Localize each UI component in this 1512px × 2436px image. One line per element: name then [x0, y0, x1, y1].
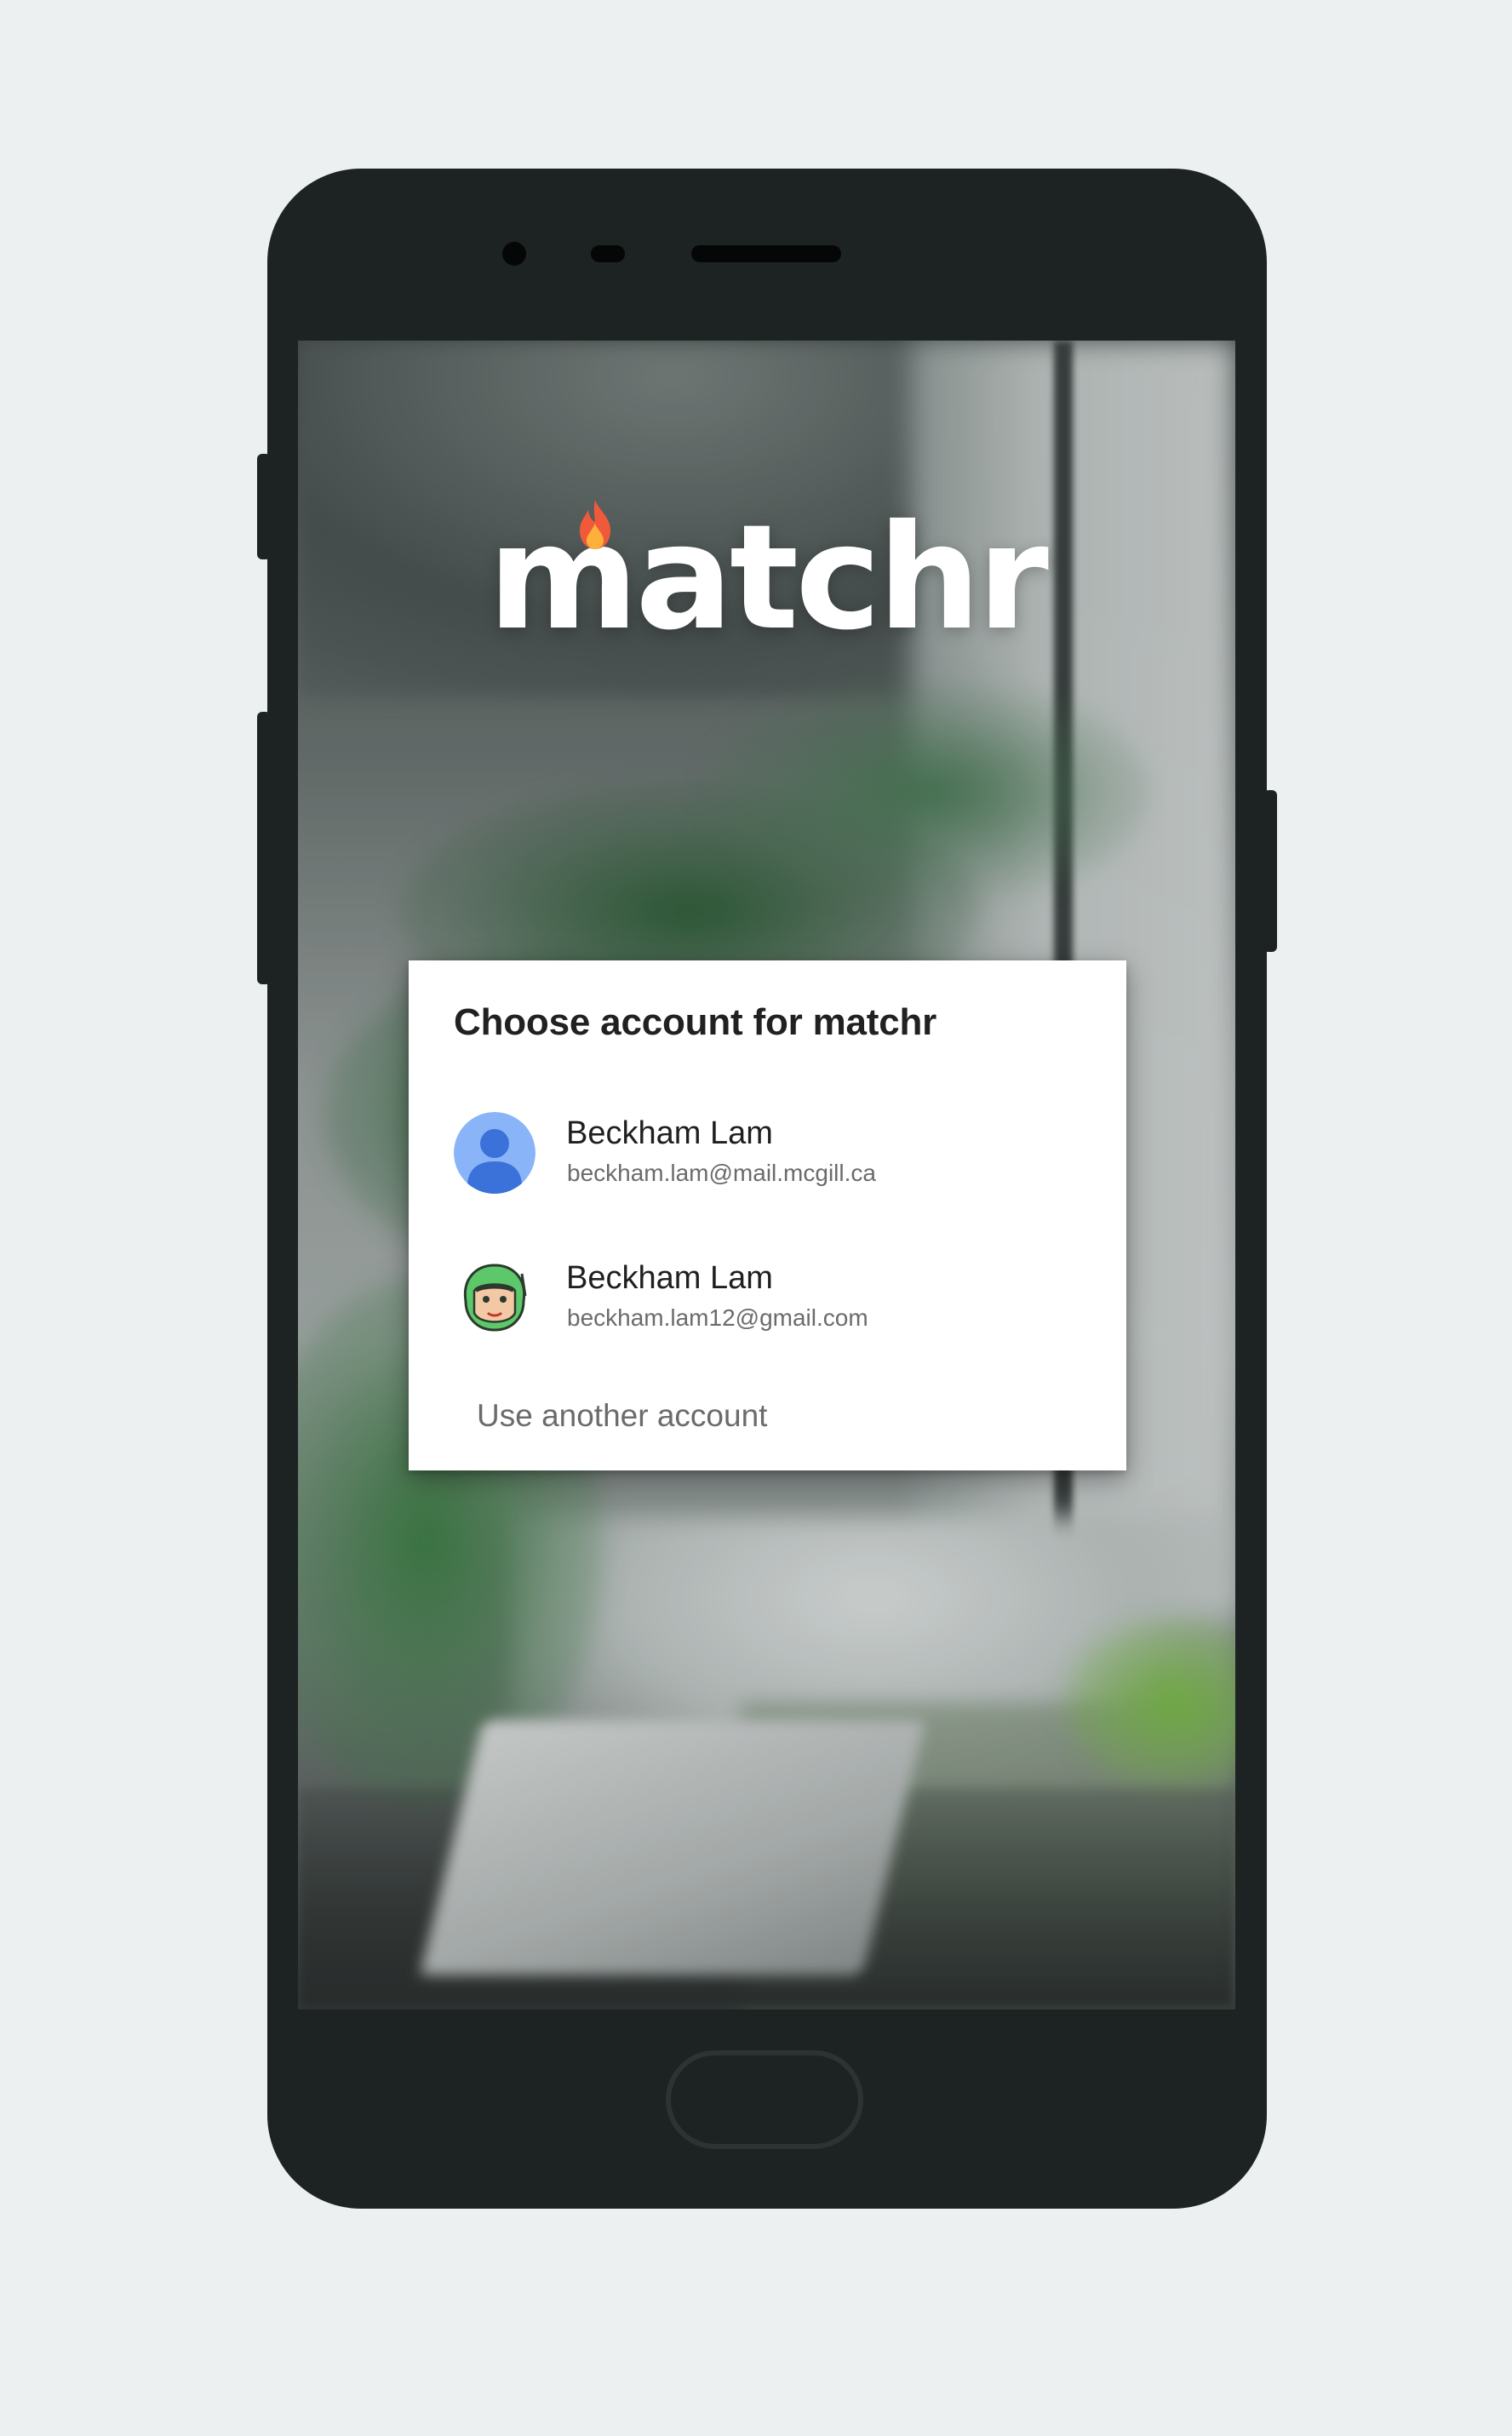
- app-logo: matchr: [298, 494, 1235, 662]
- flame-icon: [580, 500, 610, 549]
- dialog-title: Choose account for matchr: [454, 1001, 937, 1043]
- account-chooser-dialog: Choose account for matchr Beckham Lam be…: [409, 960, 1126, 1470]
- account-email: beckham.lam12@gmail.com: [567, 1304, 868, 1331]
- page-background: matchr Choose account for matchr Beckham…: [0, 0, 1512, 2436]
- home-button[interactable]: [666, 2050, 863, 2149]
- account-item-gmail[interactable]: Beckham Lam beckham.lam12@gmail.com: [409, 1231, 1126, 1359]
- account-name: Beckham Lam: [566, 1115, 773, 1151]
- front-camera: [502, 242, 526, 266]
- account-item-mcgill[interactable]: Beckham Lam beckham.lam@mail.mcgill.ca: [409, 1086, 1126, 1214]
- proximity-sensor: [591, 245, 625, 262]
- cartoon-face-avatar: [454, 1257, 536, 1338]
- logo-text: matchr: [488, 494, 1049, 662]
- account-name: Beckham Lam: [566, 1260, 773, 1296]
- account-email: beckham.lam@mail.mcgill.ca: [567, 1160, 876, 1186]
- earpiece-speaker: [691, 245, 841, 262]
- use-another-account-button[interactable]: Use another account: [477, 1398, 767, 1434]
- default-person-icon: [454, 1112, 536, 1194]
